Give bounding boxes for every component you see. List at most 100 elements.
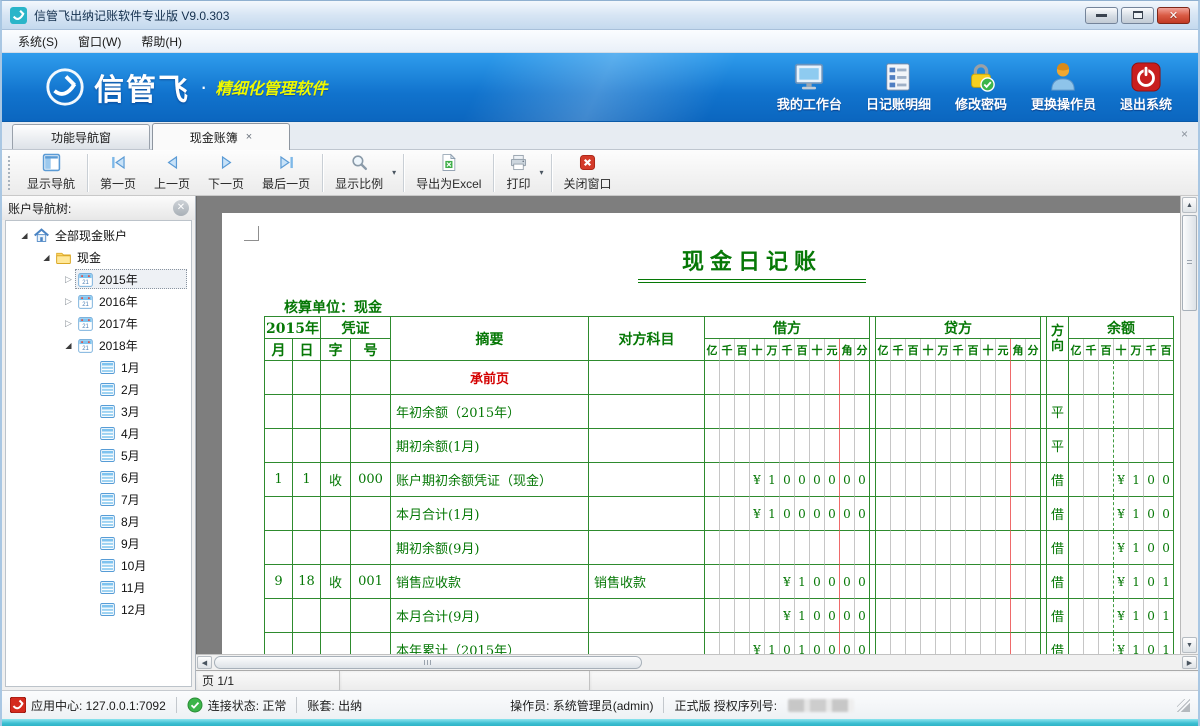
tree-item-8月[interactable]: 8月 — [6, 510, 191, 532]
tab-1[interactable]: 现金账簿× — [152, 123, 290, 150]
print-button[interactable]: 打印 — [497, 152, 539, 194]
close-window-button[interactable]: 关闭窗口 — [555, 152, 621, 194]
close-button[interactable]: ✕ — [1157, 7, 1190, 24]
tree-item-6月[interactable]: 6月 — [6, 466, 191, 488]
table-cell: 百 — [1159, 339, 1174, 361]
table-cell — [825, 395, 840, 429]
tree-item-2017年[interactable]: ▷212017年 — [6, 312, 191, 334]
tree-item-7月[interactable]: 7月 — [6, 488, 191, 510]
table-cell — [966, 633, 981, 654]
toolbar-grip[interactable] — [8, 156, 12, 190]
tree-item-content: 5月 — [97, 445, 187, 465]
table-cell — [996, 497, 1011, 531]
table-cell: 千 — [720, 339, 735, 361]
table-cell: 收 — [321, 565, 351, 599]
tree-item-2015年[interactable]: ▷212015年 — [6, 268, 191, 290]
table-cell — [906, 531, 921, 565]
svg-text:21: 21 — [82, 324, 89, 330]
table-cell — [921, 429, 936, 463]
report-toolbar: 显示导航第一页上一页下一页最后一页显示比例▾导出为Excel打印▾关闭窗口 — [2, 150, 1198, 196]
month-icon — [99, 513, 116, 530]
zoom-scale-button[interactable]: 显示比例 — [326, 152, 392, 194]
table-cell — [1026, 531, 1041, 565]
scroll-left-icon[interactable]: ◀ — [197, 656, 212, 669]
scroll-down-icon[interactable]: ▼ — [1182, 637, 1197, 653]
table-cell — [921, 497, 936, 531]
menu-item-2[interactable]: 帮助(H) — [131, 30, 192, 53]
dropdown-caret-icon[interactable]: ▾ — [392, 168, 400, 177]
scroll-right-icon[interactable]: ▶ — [1182, 656, 1197, 669]
tree-expander-icon[interactable]: ◢ — [62, 341, 75, 350]
resize-grip[interactable] — [1177, 699, 1190, 712]
table-cell: 万 — [1129, 339, 1144, 361]
table-cell — [705, 599, 720, 633]
tree-expander-icon[interactable]: ▷ — [62, 318, 75, 329]
table-cell — [321, 599, 351, 633]
tab-0[interactable]: 功能导航窗 — [12, 124, 150, 149]
table-cell: 十 — [810, 339, 825, 361]
table-cell — [906, 565, 921, 599]
brand-banner: 信管飞 · 精细化管理软件 我的工作台日记账明细修改密码更换操作员退出系统 — [2, 53, 1198, 122]
tree-item-3月[interactable]: 3月 — [6, 400, 191, 422]
tree-item-5月[interactable]: 5月 — [6, 444, 191, 466]
sidebar-close-button[interactable]: ✕ — [173, 200, 189, 216]
tabstrip-close-icon[interactable]: × — [1181, 127, 1188, 141]
table-cell — [951, 531, 966, 565]
scroll-up-icon[interactable]: ▲ — [1182, 197, 1197, 213]
dropdown-caret-icon[interactable]: ▾ — [539, 168, 547, 177]
menu-item-1[interactable]: 窗口(W) — [68, 30, 131, 53]
tree-expander-icon[interactable]: ◢ — [18, 231, 31, 240]
table-cell: 0 — [780, 497, 795, 531]
table-cell: 销售应收款 — [391, 565, 589, 599]
tree-item-2月[interactable]: 2月 — [6, 378, 191, 400]
horizontal-scrollbar[interactable]: ◀ ▶ — [196, 654, 1198, 670]
page-status-segment — [340, 671, 590, 690]
maximize-button[interactable] — [1121, 7, 1154, 24]
tree-item-1月[interactable]: 1月 — [6, 356, 191, 378]
vertical-scrollbar[interactable]: ▲ ▼ — [1180, 196, 1198, 654]
vertical-scroll-thumb[interactable] — [1182, 215, 1197, 311]
table-cell: 0 — [840, 565, 855, 599]
table-cell — [589, 531, 705, 565]
close-tab-icon[interactable]: × — [246, 132, 252, 143]
table-cell — [996, 531, 1011, 565]
tree-item-4月[interactable]: 4月 — [6, 422, 191, 444]
banner-action-4[interactable]: 退出系统 — [1120, 62, 1172, 113]
show-nav-button[interactable]: 显示导航 — [18, 152, 84, 194]
first-page-button[interactable]: 第一页 — [91, 152, 145, 194]
banner-action-2[interactable]: 修改密码 — [955, 62, 1007, 113]
prev-page-button[interactable]: 上一页 — [145, 152, 199, 194]
table-cell: 期初余额(1月) — [391, 429, 589, 463]
tree-item-2018年[interactable]: ◢212018年 — [6, 334, 191, 356]
tree-item-2016年[interactable]: ▷212016年 — [6, 290, 191, 312]
tree-item-content: 212016年 — [75, 291, 187, 311]
table-cell — [750, 531, 765, 565]
table-cell — [1011, 429, 1026, 463]
last-page-button[interactable]: 最后一页 — [253, 152, 319, 194]
menu-item-0[interactable]: 系统(S) — [8, 30, 68, 53]
minimize-button[interactable] — [1085, 7, 1118, 24]
tree-item-9月[interactable]: 9月 — [6, 532, 191, 554]
table-cell: 1 — [765, 633, 780, 654]
month-icon — [99, 469, 116, 486]
tree-item-label: 12月 — [121, 601, 146, 618]
export-excel-button[interactable]: 导出为Excel — [407, 152, 490, 194]
tree-item-10月[interactable]: 10月 — [6, 554, 191, 576]
banner-action-0[interactable]: 我的工作台 — [777, 62, 842, 113]
tree-expander-icon[interactable]: ▷ — [62, 274, 75, 285]
table-cell — [351, 633, 391, 654]
table-cell: 十 — [981, 339, 996, 361]
tree-expander-icon[interactable]: ◢ — [40, 253, 53, 262]
banner-action-1[interactable]: 日记账明细 — [866, 62, 931, 113]
app-logo-icon — [10, 7, 27, 24]
horizontal-scroll-thumb[interactable] — [214, 656, 642, 669]
banner-action-3[interactable]: 更换操作员 — [1031, 62, 1096, 113]
tree-item-现金[interactable]: ◢现金 — [6, 246, 191, 268]
tree-item-12月[interactable]: 12月 — [6, 598, 191, 620]
tree-item-11月[interactable]: 11月 — [6, 576, 191, 598]
tree-expander-icon[interactable]: ▷ — [62, 296, 75, 307]
table-cell — [981, 599, 996, 633]
next-page-button[interactable]: 下一页 — [199, 152, 253, 194]
table-cell — [876, 497, 891, 531]
tree-item-全部现金账户[interactable]: ◢全部现金账户 — [6, 224, 191, 246]
